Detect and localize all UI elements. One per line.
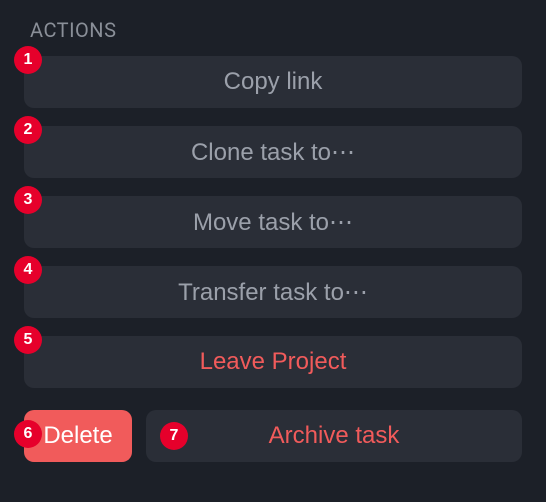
clone-task-button[interactable]: 2 Clone task to⋯ <box>24 126 522 178</box>
archive-task-button[interactable]: 7 Archive task <box>146 410 522 462</box>
delete-label: Delete <box>43 422 112 450</box>
badge-1: 1 <box>14 46 42 74</box>
badge-2: 2 <box>14 116 42 144</box>
move-task-button[interactable]: 3 Move task to⋯ <box>24 196 522 248</box>
delete-button[interactable]: 6 Delete <box>24 410 132 462</box>
badge-3: 3 <box>14 186 42 214</box>
transfer-task-label: Transfer task to⋯ <box>178 278 368 307</box>
transfer-task-button[interactable]: 4 Transfer task to⋯ <box>24 266 522 318</box>
section-title: ACTIONS <box>30 18 522 42</box>
copy-link-button[interactable]: 1 Copy link <box>24 56 522 108</box>
actions-panel: ACTIONS 1 Copy link 2 Clone task to⋯ 3 M… <box>0 0 546 486</box>
clone-task-label: Clone task to⋯ <box>191 138 355 167</box>
badge-7: 7 <box>160 422 188 450</box>
badge-4: 4 <box>14 256 42 284</box>
archive-task-label: Archive task <box>269 422 400 450</box>
move-task-label: Move task to⋯ <box>193 208 353 237</box>
copy-link-label: Copy link <box>224 68 323 96</box>
bottom-row: 6 Delete 7 Archive task <box>24 410 522 462</box>
badge-5: 5 <box>14 326 42 354</box>
badge-6: 6 <box>14 420 42 448</box>
leave-project-button[interactable]: 5 Leave Project <box>24 336 522 388</box>
leave-project-label: Leave Project <box>200 348 347 376</box>
